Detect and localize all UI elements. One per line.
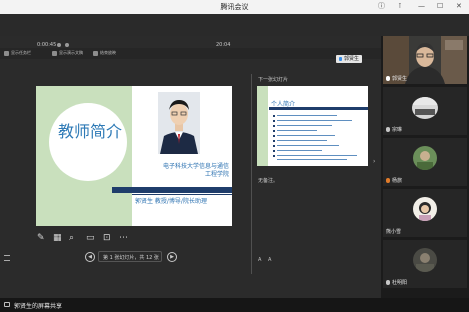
mic-muted-icon	[386, 178, 390, 183]
participant-tile[interactable]: 郭贤生	[383, 36, 467, 84]
see-all-slides-icon[interactable]: ▦	[53, 233, 62, 243]
participant-tile[interactable]: 熊小雪	[383, 189, 467, 237]
bullet	[273, 155, 275, 157]
slide-counter-text: 第 1 张幻灯片，共 12 张	[103, 255, 159, 261]
increase-font-icon[interactable]: A	[258, 257, 261, 263]
participant-tile[interactable]: 宗琳	[383, 87, 467, 135]
speaker-notes: 无备注。	[258, 178, 279, 184]
maximize-button[interactable]: ☐	[437, 2, 443, 11]
screen-share-icon	[4, 302, 10, 307]
end-show-button[interactable]: 结束放映	[100, 50, 116, 56]
affiliation-line-2: 工程学院	[204, 171, 229, 178]
participant-avatar	[413, 248, 437, 272]
mic-icon	[386, 76, 390, 81]
next-slide-label: 下一张幻灯片	[258, 77, 289, 83]
pin-icon[interactable]: ⊺	[398, 2, 402, 11]
participant-label: 熊小雪	[386, 228, 401, 235]
decrease-font-icon[interactable]: A	[268, 257, 271, 263]
show-taskbar-button[interactable]: 显示任务栏	[11, 50, 31, 56]
participant-tile[interactable]: 杨旅	[383, 138, 467, 186]
bullet	[273, 125, 275, 127]
participant-avatar	[413, 146, 437, 170]
bullet	[273, 145, 275, 147]
screen-share-bar: 郭贤生的屏幕共享	[0, 298, 469, 312]
end-show-icon	[93, 51, 98, 56]
affiliation: 电子科技大学信息与通信 工程学院	[136, 163, 229, 179]
participant-tile[interactable]: 杜明阳	[383, 240, 467, 288]
bullet-text-line	[277, 140, 327, 141]
participant-label: 宗琳	[386, 126, 402, 133]
next-slide-preview[interactable]: 个人简介	[257, 86, 368, 166]
next-slide-button[interactable]: ▶	[167, 252, 177, 262]
previous-slide-button[interactable]: ◀	[85, 252, 95, 262]
bullet-text-line	[277, 155, 357, 156]
close-button[interactable]: ✕	[456, 2, 462, 11]
bullet-text-line	[277, 145, 339, 146]
meeting-toolbar	[0, 14, 469, 36]
meeting-window: 腾讯会议 ⓘ ⊺ — ☐ ✕ 显示任务栏 显示演示文稿 结束放映 0:00:45…	[0, 0, 469, 312]
black-screen-icon[interactable]: ▭	[86, 233, 95, 243]
bullet-text-line	[277, 115, 337, 116]
bullet-text-line	[277, 120, 352, 121]
info-icon[interactable]: ⓘ	[378, 2, 385, 11]
bullet	[273, 130, 275, 132]
clock-time: 20:04	[216, 42, 231, 48]
bullet-text-line	[277, 135, 335, 136]
next-slide-green-strip	[257, 86, 268, 166]
minimize-button[interactable]: —	[418, 2, 425, 11]
participant-avatar	[412, 97, 438, 119]
mic-muted-icon	[386, 127, 390, 132]
bullet	[273, 150, 275, 152]
pause-timer-icon[interactable]	[57, 43, 61, 47]
affiliation-line-1: 电子科技大学信息与通信	[162, 163, 229, 170]
slide-divider-bar	[112, 187, 232, 193]
display-settings-button[interactable]: 显示演示文稿	[59, 50, 83, 56]
pen-icon[interactable]: ✎	[37, 233, 45, 243]
slide-divider-thin	[132, 194, 232, 195]
participant-label: 杨旅	[386, 177, 402, 184]
more-options-icon[interactable]: ⋯	[119, 233, 128, 243]
screen-share-status: 郭贤生的屏幕共享	[14, 303, 63, 310]
mic-muted-icon	[386, 280, 390, 285]
participant-name: 杨旅	[392, 178, 403, 184]
zoom-icon[interactable]: ⌕	[69, 233, 74, 243]
participant-name: 熊小雪	[386, 229, 402, 235]
bullet	[273, 115, 275, 117]
presenter-view-toolbar: 显示任务栏 显示演示文稿 结束放映	[0, 48, 381, 59]
participant-avatar	[413, 197, 437, 221]
participant-label: 杜明阳	[386, 279, 407, 286]
display-settings-icon	[52, 51, 57, 56]
next-slide-arrow-icon[interactable]: ›	[373, 158, 375, 165]
bullet	[273, 135, 275, 137]
next-slide-header-bar	[269, 107, 368, 110]
taskbar-icon	[4, 51, 9, 56]
slide-title-circle	[49, 103, 127, 181]
participant-name: 郭贤生	[392, 76, 408, 82]
participant-name: 杜明阳	[392, 280, 408, 286]
bullet-text-line	[277, 159, 347, 160]
bullet-text-line	[277, 150, 322, 151]
teacher-photo	[158, 92, 200, 154]
elapsed-timer: 0:00:45	[37, 42, 57, 48]
participant-name: 宗琳	[392, 127, 403, 133]
slide-title: 教师简介	[58, 122, 123, 141]
title-bar: 腾讯会议 ⓘ ⊺ — ☐ ✕	[0, 0, 469, 14]
presenter-tag: 郭贤生	[336, 55, 363, 63]
bullet	[273, 140, 275, 142]
participant-label: 郭贤生	[386, 75, 407, 82]
current-slide: 教师简介 电子科技大学信息与通信 工程学院 郭贤生 教授/博导/院长助理	[36, 86, 232, 226]
subtitles-icon[interactable]: ⊡	[103, 233, 111, 243]
pane-divider[interactable]	[251, 74, 252, 274]
teacher-name-title: 郭贤生 教授/博导/院长助理	[135, 198, 207, 205]
menu-icon[interactable]	[4, 255, 10, 261]
reset-timer-icon[interactable]	[65, 43, 69, 47]
bullet-text-line	[277, 125, 332, 126]
bullet-text-line	[277, 130, 317, 131]
mic-icon	[339, 57, 342, 61]
bullet	[273, 120, 275, 122]
